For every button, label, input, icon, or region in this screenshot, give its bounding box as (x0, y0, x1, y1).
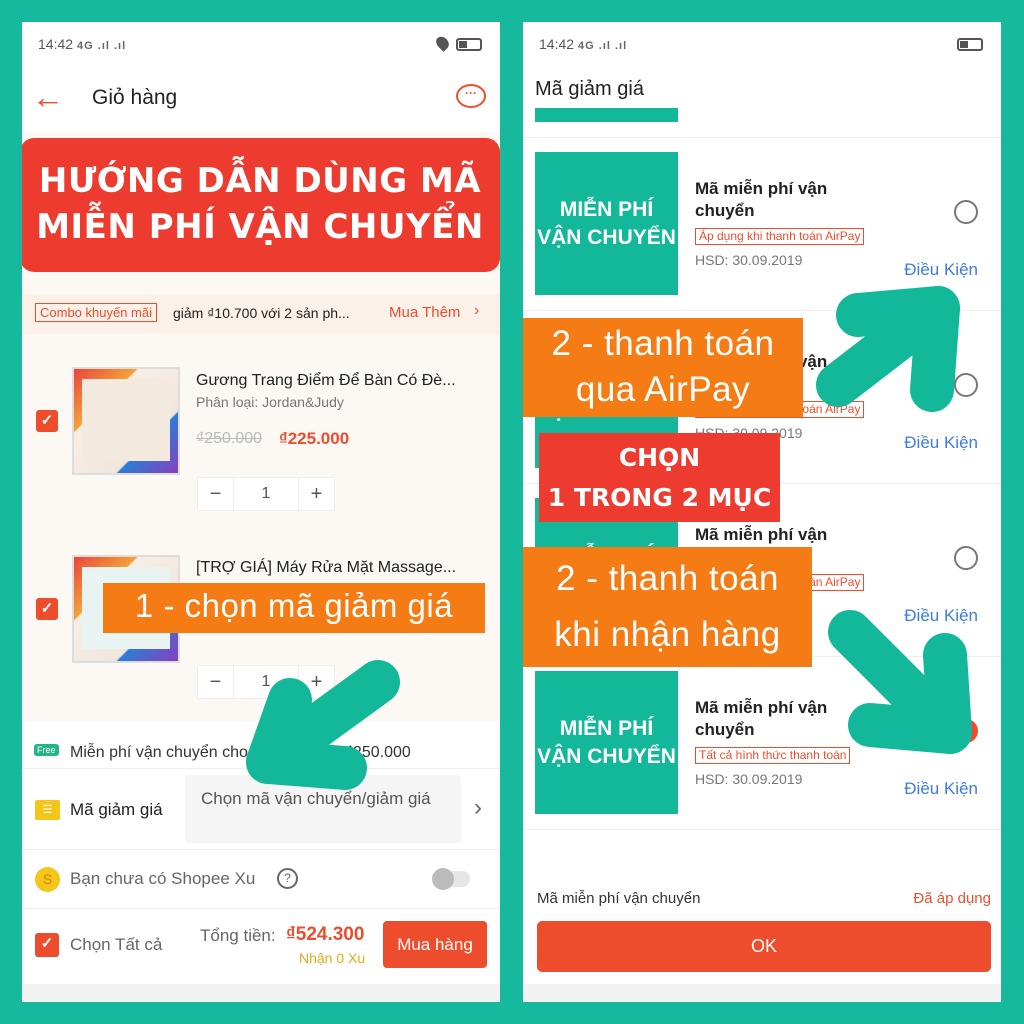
arrow-up-right-icon (816, 286, 960, 412)
arrow-down-right-icon (828, 610, 972, 754)
arrows-overlay (246, 286, 972, 790)
arrow-down-left-icon (246, 660, 400, 790)
